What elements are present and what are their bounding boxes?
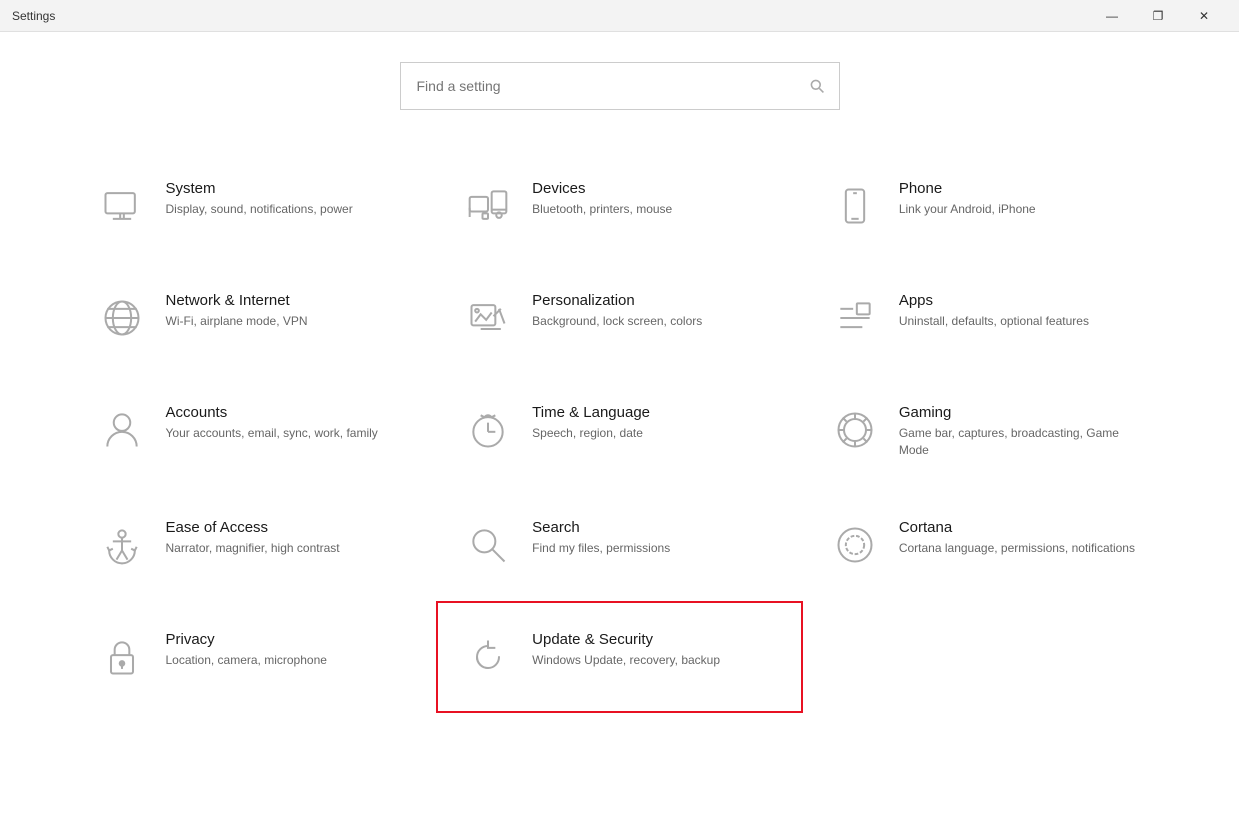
privacy-desc: Location, camera, microphone bbox=[166, 652, 327, 669]
setting-system[interactable]: System Display, sound, notifications, po… bbox=[70, 150, 437, 262]
setting-privacy[interactable]: Privacy Location, camera, microphone bbox=[70, 601, 437, 713]
privacy-text: Privacy Location, camera, microphone bbox=[166, 631, 327, 669]
minimize-button[interactable]: — bbox=[1089, 0, 1135, 32]
search-setting-desc: Find my files, permissions bbox=[532, 540, 670, 557]
setting-network[interactable]: Network & Internet Wi-Fi, airplane mode,… bbox=[70, 262, 437, 374]
setting-time[interactable]: Time & Language Speech, region, date bbox=[436, 374, 803, 489]
ease-name: Ease of Access bbox=[166, 519, 340, 536]
search-setting-name: Search bbox=[532, 519, 670, 536]
setting-search[interactable]: Search Find my files, permissions bbox=[436, 489, 803, 601]
main-content: System Display, sound, notifications, po… bbox=[0, 32, 1239, 837]
system-name: System bbox=[166, 180, 353, 197]
close-button[interactable]: ✕ bbox=[1181, 0, 1227, 32]
search-container bbox=[400, 62, 840, 110]
accounts-name: Accounts bbox=[166, 404, 378, 421]
accounts-icon bbox=[96, 404, 148, 456]
devices-icon bbox=[462, 180, 514, 232]
ease-icon bbox=[96, 519, 148, 571]
personalization-name: Personalization bbox=[532, 292, 702, 309]
update-text: Update & Security Windows Update, recove… bbox=[532, 631, 720, 669]
time-desc: Speech, region, date bbox=[532, 425, 650, 442]
search-input[interactable] bbox=[400, 62, 840, 110]
cortana-icon bbox=[829, 519, 881, 571]
privacy-icon bbox=[96, 631, 148, 683]
title-bar: Settings — ❐ ✕ bbox=[0, 0, 1239, 32]
ease-desc: Narrator, magnifier, high contrast bbox=[166, 540, 340, 557]
setting-phone[interactable]: Phone Link your Android, iPhone bbox=[803, 150, 1170, 262]
time-name: Time & Language bbox=[532, 404, 650, 421]
apps-name: Apps bbox=[899, 292, 1089, 309]
maximize-button[interactable]: ❐ bbox=[1135, 0, 1181, 32]
phone-text: Phone Link your Android, iPhone bbox=[899, 180, 1036, 218]
search-text: Search Find my files, permissions bbox=[532, 519, 670, 557]
system-icon bbox=[96, 180, 148, 232]
personalization-text: Personalization Background, lock screen,… bbox=[532, 292, 702, 330]
accounts-desc: Your accounts, email, sync, work, family bbox=[166, 425, 378, 442]
network-desc: Wi-Fi, airplane mode, VPN bbox=[166, 313, 308, 330]
network-text: Network & Internet Wi-Fi, airplane mode,… bbox=[166, 292, 308, 330]
search-button[interactable] bbox=[794, 62, 840, 110]
network-name: Network & Internet bbox=[166, 292, 308, 309]
devices-desc: Bluetooth, printers, mouse bbox=[532, 201, 672, 218]
phone-desc: Link your Android, iPhone bbox=[899, 201, 1036, 218]
devices-text: Devices Bluetooth, printers, mouse bbox=[532, 180, 672, 218]
privacy-name: Privacy bbox=[166, 631, 327, 648]
personalization-desc: Background, lock screen, colors bbox=[532, 313, 702, 330]
phone-name: Phone bbox=[899, 180, 1036, 197]
phone-icon bbox=[829, 180, 881, 232]
time-text: Time & Language Speech, region, date bbox=[532, 404, 650, 442]
devices-name: Devices bbox=[532, 180, 672, 197]
search-icon bbox=[809, 78, 825, 94]
system-desc: Display, sound, notifications, power bbox=[166, 201, 353, 218]
personalization-icon bbox=[462, 292, 514, 344]
setting-update[interactable]: Update & Security Windows Update, recove… bbox=[436, 601, 803, 713]
accounts-text: Accounts Your accounts, email, sync, wor… bbox=[166, 404, 378, 442]
cortana-desc: Cortana language, permissions, notificat… bbox=[899, 540, 1135, 557]
window-title: Settings bbox=[12, 9, 55, 23]
update-name: Update & Security bbox=[532, 631, 720, 648]
update-icon bbox=[462, 631, 514, 683]
gaming-icon bbox=[829, 404, 881, 456]
network-icon bbox=[96, 292, 148, 344]
setting-personalization[interactable]: Personalization Background, lock screen,… bbox=[436, 262, 803, 374]
setting-gaming[interactable]: Gaming Game bar, captures, broadcasting,… bbox=[803, 374, 1170, 489]
apps-text: Apps Uninstall, defaults, optional featu… bbox=[899, 292, 1089, 330]
apps-icon bbox=[829, 292, 881, 344]
setting-accounts[interactable]: Accounts Your accounts, email, sync, wor… bbox=[70, 374, 437, 489]
cortana-name: Cortana bbox=[899, 519, 1135, 536]
update-desc: Windows Update, recovery, backup bbox=[532, 652, 720, 669]
settings-grid: System Display, sound, notifications, po… bbox=[70, 150, 1170, 713]
ease-text: Ease of Access Narrator, magnifier, high… bbox=[166, 519, 340, 557]
search-setting-icon bbox=[462, 519, 514, 571]
setting-apps[interactable]: Apps Uninstall, defaults, optional featu… bbox=[803, 262, 1170, 374]
setting-ease[interactable]: Ease of Access Narrator, magnifier, high… bbox=[70, 489, 437, 601]
cortana-text: Cortana Cortana language, permissions, n… bbox=[899, 519, 1135, 557]
setting-devices[interactable]: Devices Bluetooth, printers, mouse bbox=[436, 150, 803, 262]
window-controls: — ❐ ✕ bbox=[1089, 0, 1227, 32]
apps-desc: Uninstall, defaults, optional features bbox=[899, 313, 1089, 330]
time-icon bbox=[462, 404, 514, 456]
gaming-desc: Game bar, captures, broadcasting, Game M… bbox=[899, 425, 1144, 459]
gaming-text: Gaming Game bar, captures, broadcasting,… bbox=[899, 404, 1144, 459]
setting-cortana[interactable]: Cortana Cortana language, permissions, n… bbox=[803, 489, 1170, 601]
gaming-name: Gaming bbox=[899, 404, 1144, 421]
system-text: System Display, sound, notifications, po… bbox=[166, 180, 353, 218]
